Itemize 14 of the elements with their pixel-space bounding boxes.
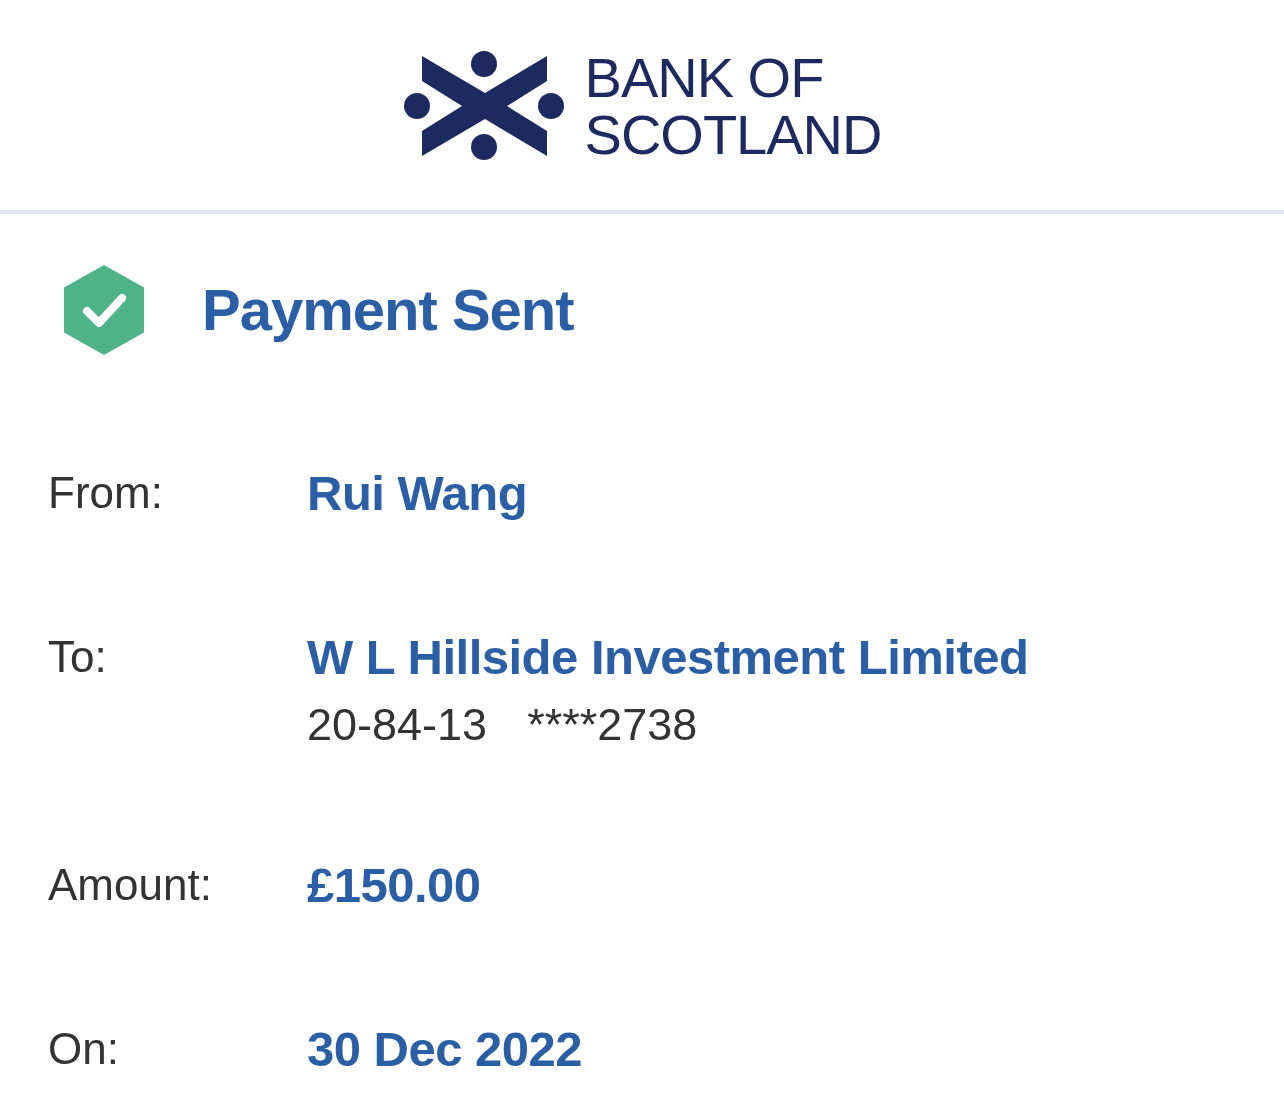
field-value: Rui Wang	[307, 465, 528, 522]
status-title: Payment Sent	[202, 276, 574, 344]
field-label: On:	[48, 1023, 119, 1075]
logo-wordmark: BANK OF SCOTLAND	[584, 49, 882, 163]
field-label: To:	[48, 631, 107, 683]
field-value: £150.00	[307, 857, 481, 914]
field-value: W L Hillside Investment Limited	[307, 629, 1029, 686]
hexagon-check-icon	[64, 265, 144, 355]
field-label: Amount:	[48, 859, 212, 911]
sort-code: 20-84-13	[307, 699, 488, 751]
saltire-logo-icon	[402, 51, 565, 161]
field-value: 30 Dec 2022	[307, 1021, 583, 1078]
field-label: From:	[48, 467, 163, 519]
account-number: ****2738	[527, 699, 698, 751]
